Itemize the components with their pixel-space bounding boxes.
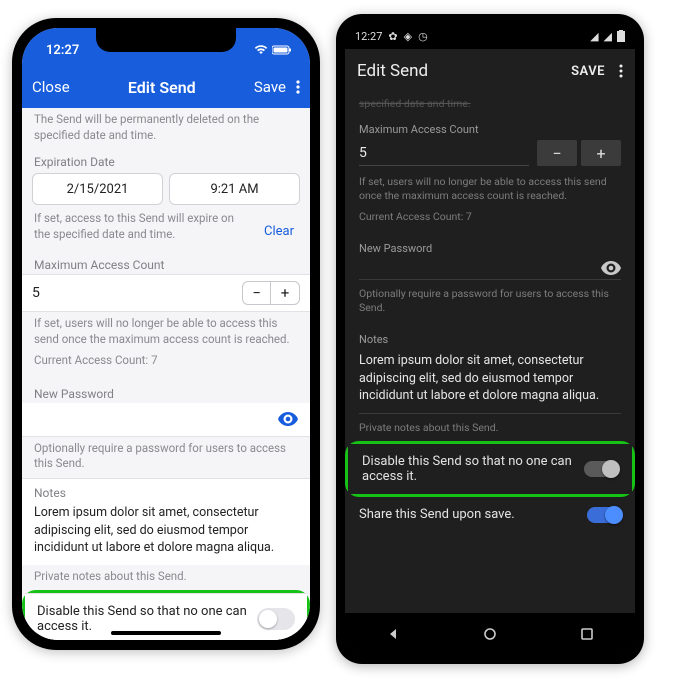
- notes-block[interactable]: Notes Lorem ipsum dolor sit amet, consec…: [22, 478, 310, 565]
- notes-label: Notes: [345, 327, 635, 348]
- page-title: Edit Send: [357, 61, 428, 81]
- notes-help: Private notes about this Send.: [22, 565, 310, 591]
- new-password-row[interactable]: [22, 403, 310, 437]
- password-help: Optionally require a password for users …: [345, 284, 635, 321]
- battery-icon: [617, 30, 625, 42]
- stepper-minus-button[interactable]: −: [243, 282, 271, 304]
- back-button[interactable]: [384, 625, 402, 643]
- android-status-bar: 12:27 ✿ ◈ ◷ ◢ ◢: [345, 23, 635, 49]
- current-access-count: Current Access Count: 7: [22, 353, 310, 375]
- eye-icon[interactable]: [601, 261, 621, 275]
- max-access-row: 5 − +: [345, 138, 635, 172]
- ios-device-frame: 12:27 Close Edit Send Save The Send will…: [12, 18, 320, 650]
- ios-notch: [96, 28, 236, 52]
- gear-icon: ✿: [388, 30, 397, 43]
- new-password-label: New Password: [22, 381, 310, 403]
- truncated-help: specified date and time.: [345, 93, 635, 117]
- max-access-row: 5 − +: [22, 274, 310, 312]
- home-button[interactable]: [481, 625, 499, 643]
- share-on-save-toggle[interactable]: [587, 507, 621, 523]
- highlight-disable: Disable this Send so that no one can acc…: [345, 441, 635, 497]
- android-screen: 12:27 ✿ ◈ ◷ ◢ ◢ Edit Send SAVE specified…: [345, 23, 635, 655]
- more-icon[interactable]: [296, 80, 300, 94]
- expiration-time-field[interactable]: 9:21 AM: [169, 173, 300, 205]
- new-password-row[interactable]: [345, 257, 635, 279]
- clear-button[interactable]: Clear: [264, 224, 294, 239]
- ios-form: The Send will be permanently deleted on …: [22, 108, 310, 640]
- android-nav-bar: [345, 613, 635, 655]
- expiration-date-field[interactable]: 2/15/2021: [32, 173, 163, 205]
- status-icons: [254, 45, 292, 55]
- close-button[interactable]: Close: [32, 78, 70, 96]
- notes-value[interactable]: Lorem ipsum dolor sit amet, consectetur …: [345, 348, 635, 413]
- password-help: Optionally require a password for users …: [22, 437, 310, 478]
- disable-send-toggle[interactable]: [257, 608, 295, 630]
- disable-send-label: Disable this Send so that no one can acc…: [37, 604, 247, 634]
- delete-help: The Send will be permanently deleted on …: [22, 108, 310, 149]
- max-access-help: If set, users will no longer be able to …: [345, 172, 635, 209]
- new-password-label: New Password: [345, 236, 635, 257]
- battery-icon: [272, 45, 292, 55]
- clock-icon: ◷: [418, 30, 428, 43]
- notes-help: Private notes about this Send.: [345, 418, 635, 441]
- max-access-label: Maximum Access Count: [345, 117, 635, 138]
- recents-button[interactable]: [578, 625, 596, 643]
- wifi-icon: [254, 45, 268, 55]
- status-time: 12:27: [355, 30, 382, 43]
- ios-home-indicator[interactable]: [111, 631, 221, 635]
- share-on-save-label: Share this Send upon save.: [359, 507, 515, 522]
- more-icon[interactable]: [619, 64, 623, 78]
- ios-navbar: Close Edit Send Save: [22, 66, 310, 108]
- stepper-plus-button[interactable]: +: [271, 282, 299, 304]
- max-access-value[interactable]: 5: [32, 285, 242, 301]
- share-on-save-row: Share this Send upon save.: [345, 497, 635, 533]
- expiration-label: Expiration Date: [22, 149, 310, 171]
- ios-screen: 12:27 Close Edit Send Save The Send will…: [22, 28, 310, 640]
- save-button[interactable]: Save: [254, 78, 286, 96]
- stepper-minus-button[interactable]: −: [537, 140, 577, 166]
- current-access-count: Current Access Count: 7: [345, 210, 635, 230]
- save-button[interactable]: SAVE: [571, 64, 605, 79]
- max-access-value[interactable]: 5: [359, 141, 529, 166]
- stepper-plus-button[interactable]: +: [581, 140, 621, 166]
- max-access-label: Maximum Access Count: [22, 252, 310, 274]
- max-access-help: If set, users will no longer be able to …: [22, 312, 310, 353]
- signal-icon: ◢: [590, 30, 598, 43]
- android-device-frame: 12:27 ✿ ◈ ◷ ◢ ◢ Edit Send SAVE specified…: [336, 14, 644, 664]
- disable-send-label: Disable this Send so that no one can acc…: [362, 454, 572, 484]
- eye-icon[interactable]: [278, 412, 298, 426]
- status-time: 12:27: [40, 43, 79, 58]
- shield-icon: ◈: [404, 30, 412, 43]
- disable-send-row: Disable this Send so that no one can acc…: [348, 444, 632, 494]
- max-access-stepper: − +: [537, 140, 621, 166]
- notes-label: Notes: [34, 485, 298, 502]
- notes-value: Lorem ipsum dolor sit amet, consectetur …: [34, 504, 298, 557]
- signal-icon: ◢: [604, 30, 612, 43]
- disable-send-toggle[interactable]: [584, 461, 618, 477]
- android-form: specified date and time. Maximum Access …: [345, 93, 635, 613]
- max-access-stepper: − +: [242, 281, 300, 305]
- android-appbar: Edit Send SAVE: [345, 49, 635, 93]
- page-title: Edit Send: [128, 78, 196, 97]
